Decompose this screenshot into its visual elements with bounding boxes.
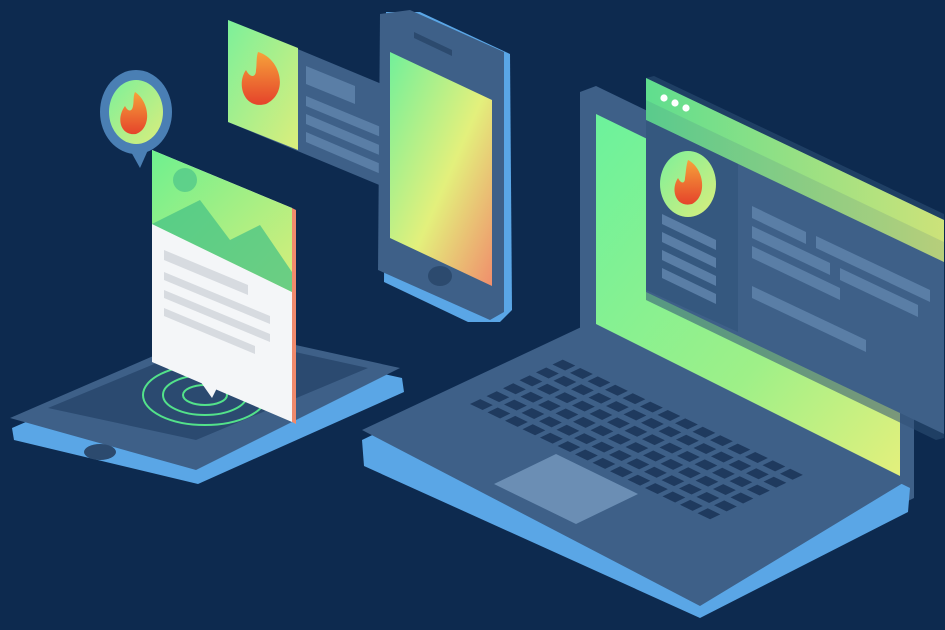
chat-bubble-avatar: [100, 70, 172, 168]
devices-illustration: [10, 10, 944, 618]
smartphone-device: [378, 10, 512, 322]
phone-home-button: [428, 266, 452, 286]
tablet-home-button: [84, 444, 116, 460]
